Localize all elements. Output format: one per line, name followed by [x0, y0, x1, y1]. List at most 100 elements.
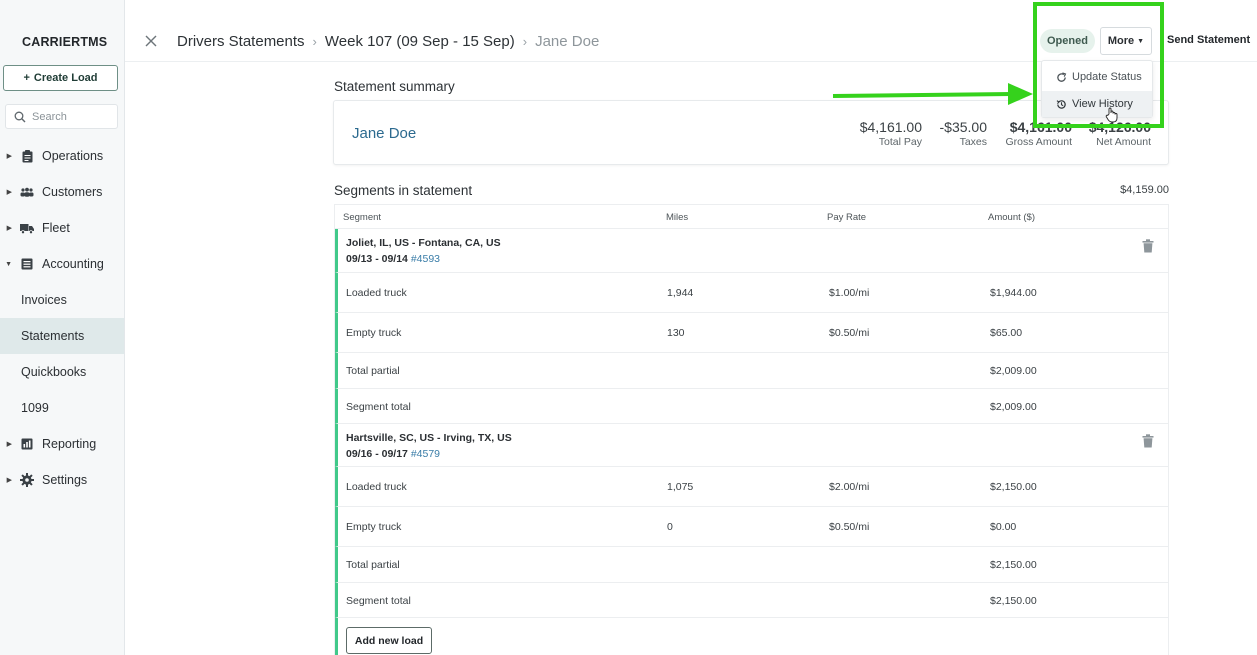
table-row: Loaded truck 1,075 $2.00/mi $2,150.00 — [335, 467, 1168, 507]
metric-label: Net Amount — [1096, 136, 1151, 148]
row-label: Segment total — [346, 595, 411, 607]
segments-title: Segments in statement — [334, 183, 473, 198]
row-rate: $0.50/mi — [829, 327, 870, 339]
row-amount: $0.00 — [990, 521, 1017, 533]
metric-taxes: -$35.00 Taxes — [940, 119, 987, 148]
chevron-right-icon: › — [312, 34, 317, 49]
create-load-button[interactable]: + Create Load — [3, 65, 118, 91]
driver-name-link[interactable]: Jane Doe — [352, 125, 416, 142]
segments-total: $4,159.00 — [1120, 184, 1169, 196]
caret-right-icon: ▶ — [6, 477, 12, 484]
menu-item-update-status[interactable]: Update Status — [1042, 64, 1152, 90]
metric-value: $4,161.00 — [859, 119, 922, 135]
plus-icon: + — [23, 72, 30, 84]
row-miles: 1,944 — [667, 287, 694, 299]
row-amount: $2,150.00 — [990, 559, 1037, 571]
sidebar-item-accounting[interactable]: ▼ Accounting — [0, 246, 124, 282]
segments-table: Segment Miles Pay Rate Amount ($) Joliet… — [334, 204, 1169, 655]
segment-dates: 09/16 - 09/17 #4579 — [346, 448, 440, 460]
brand-logo: CARRIERTMS — [22, 35, 108, 49]
truck-icon — [20, 221, 34, 235]
metric-total-pay: $4,161.00 Total Pay — [860, 119, 922, 148]
table-row: Total partial $2,009.00 — [335, 353, 1168, 389]
row-label: Empty truck — [346, 327, 402, 339]
bar-chart-icon — [20, 437, 34, 451]
trash-icon[interactable] — [1142, 239, 1154, 253]
caret-right-icon: ▶ — [6, 225, 12, 232]
hand-cursor-icon — [1105, 107, 1118, 123]
table-header: Segment Miles Pay Rate Amount ($) — [335, 205, 1168, 229]
load-ref-link[interactable]: #4593 — [411, 253, 440, 265]
metric-label: Total Pay — [878, 136, 922, 148]
caret-right-icon: ▶ — [6, 189, 12, 196]
table-row: Segment total $2,009.00 — [335, 389, 1168, 424]
column-header-segment: Segment — [343, 212, 382, 223]
table-row: Empty truck 130 $0.50/mi $65.00 — [335, 313, 1168, 353]
row-rate: $1.00/mi — [829, 287, 870, 299]
caret-right-icon: ▶ — [6, 441, 12, 448]
segment-route: Hartsville, SC, US - Irving, TX, US — [346, 432, 512, 444]
send-statement-button[interactable]: Send Statement — [1167, 34, 1250, 46]
sidebar: CARRIERTMS + Create Load ▶ Operations ▶ … — [0, 0, 125, 655]
metric-gross-amount: $4,161.00 Gross Amount — [1005, 119, 1072, 148]
row-label: Total partial — [346, 559, 400, 571]
search-input[interactable] — [32, 110, 112, 123]
column-header-miles: Miles — [666, 212, 689, 223]
sidebar-item-invoices[interactable]: Invoices — [0, 282, 124, 318]
sidebar-item-label: Operations — [42, 149, 104, 163]
segment-date-range: 09/13 - 09/14 — [346, 253, 408, 265]
sidebar-item-label: Reporting — [42, 437, 97, 451]
users-icon — [20, 185, 34, 199]
sidebar-item-fleet[interactable]: ▶ Fleet — [0, 210, 124, 246]
breadcrumb-week[interactable]: Week 107 (09 Sep - 15 Sep) — [325, 33, 515, 50]
search-box[interactable] — [5, 104, 118, 129]
row-amount: $65.00 — [990, 327, 1023, 339]
row-label: Segment total — [346, 401, 411, 413]
clipboard-icon — [20, 149, 34, 163]
sidebar-item-label: Accounting — [42, 257, 104, 271]
ledger-icon — [20, 257, 34, 271]
row-miles: 130 — [667, 327, 685, 339]
more-label: More — [1107, 35, 1135, 47]
load-ref-link[interactable]: #4579 — [411, 448, 440, 460]
sidebar-item-label: Settings — [42, 473, 88, 487]
sidebar-item-label: Customers — [42, 185, 103, 199]
add-new-load-button[interactable]: Add new load — [346, 627, 432, 654]
sidebar-item-quickbooks[interactable]: Quickbooks — [0, 354, 124, 390]
metric-value: $4,126.00 — [1088, 119, 1151, 135]
close-icon[interactable] — [145, 32, 159, 48]
sidebar-item-1099[interactable]: 1099 — [0, 390, 124, 426]
segment-header-row: Hartsville, SC, US - Irving, TX, US 09/1… — [335, 424, 1168, 467]
page-header: Drivers Statements › Week 107 (09 Sep - … — [125, 24, 1257, 62]
more-button[interactable]: More ▼ — [1100, 27, 1152, 55]
row-label: Loaded truck — [346, 481, 407, 493]
row-miles: 0 — [667, 521, 673, 533]
sidebar-item-operations[interactable]: ▶ Operations — [0, 138, 124, 174]
sidebar-item-statements[interactable]: Statements — [0, 318, 124, 354]
row-amount: $2,150.00 — [990, 481, 1037, 493]
row-amount: $2,150.00 — [990, 595, 1037, 607]
metric-value: -$35.00 — [939, 119, 987, 135]
trash-icon[interactable] — [1142, 434, 1154, 448]
breadcrumb-drivers-statements[interactable]: Drivers Statements — [177, 33, 305, 50]
add-load-row: Add new load — [335, 618, 1168, 655]
status-badge: Opened — [1040, 29, 1095, 53]
column-header-amount: Amount ($) — [988, 212, 1035, 223]
sidebar-item-label: Fleet — [42, 221, 70, 235]
row-label: Total partial — [346, 365, 400, 377]
caret-down-icon: ▼ — [5, 260, 12, 268]
table-row: Loaded truck 1,944 $1.00/mi $1,944.00 — [335, 273, 1168, 313]
table-row: Segment total $2,150.00 — [335, 583, 1168, 618]
sidebar-item-settings[interactable]: ▶ Settings — [0, 462, 124, 498]
table-row: Total partial $2,150.00 — [335, 547, 1168, 583]
row-amount: $2,009.00 — [990, 365, 1037, 377]
row-rate: $2.00/mi — [829, 481, 870, 493]
sidebar-item-reporting[interactable]: ▶ Reporting — [0, 426, 124, 462]
caret-right-icon: ▶ — [6, 153, 12, 160]
breadcrumb: Drivers Statements › Week 107 (09 Sep - … — [177, 33, 599, 50]
table-row: Empty truck 0 $0.50/mi $0.00 — [335, 507, 1168, 547]
row-amount: $2,009.00 — [990, 401, 1037, 413]
sidebar-item-customers[interactable]: ▶ Customers — [0, 174, 124, 210]
search-icon — [14, 111, 26, 122]
menu-item-view-history[interactable]: View History — [1042, 91, 1152, 117]
